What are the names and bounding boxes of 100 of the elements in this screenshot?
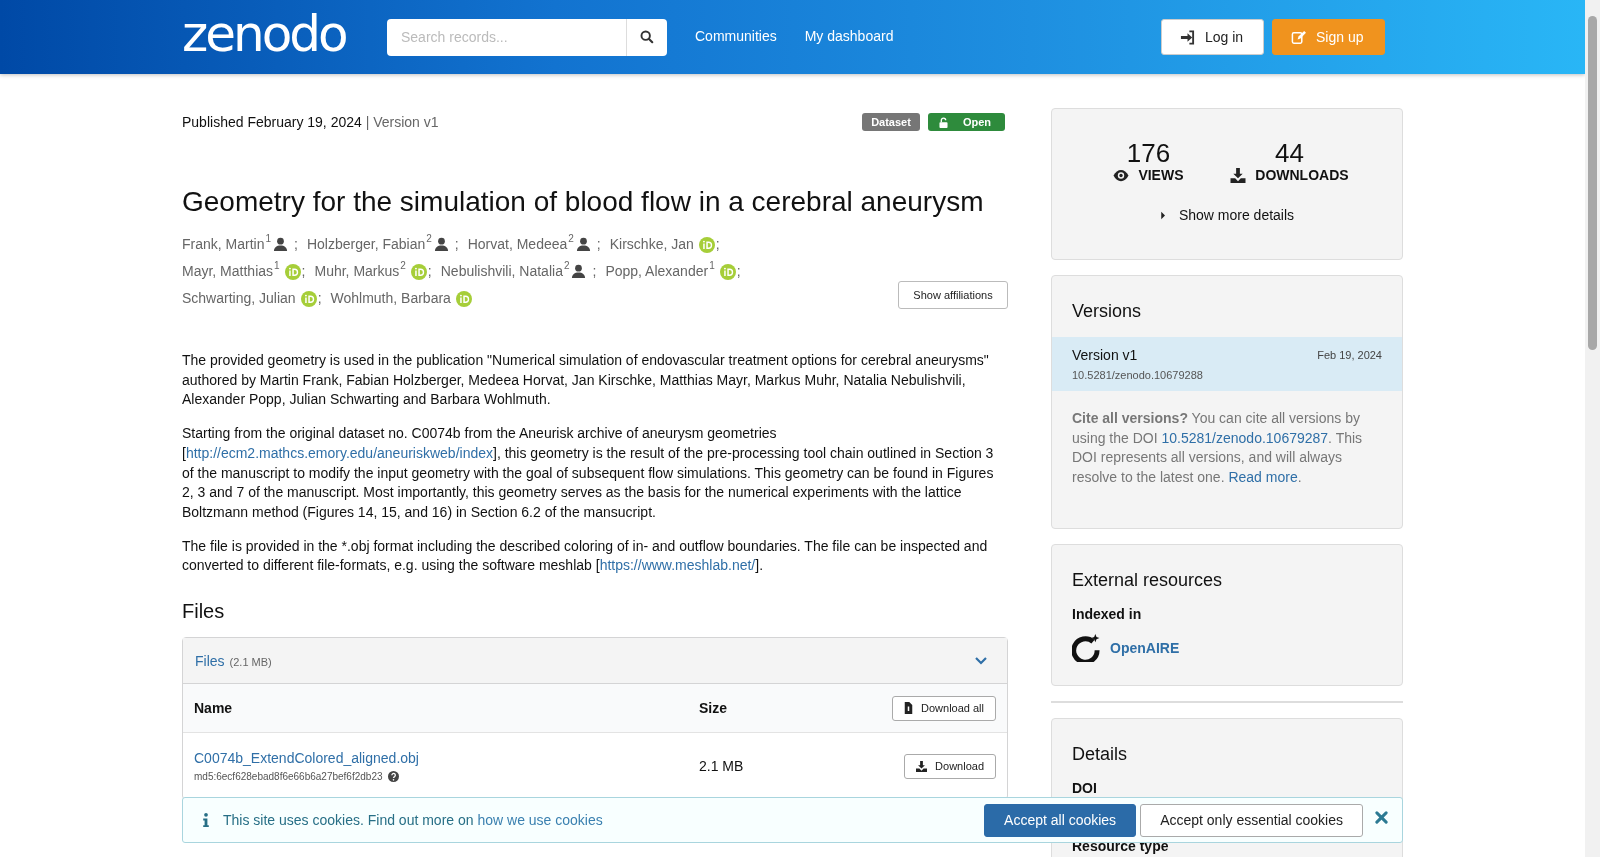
resource-type-badge: Dataset bbox=[862, 113, 920, 131]
link[interactable]: 10.5281/zenodo.10679287 bbox=[1161, 429, 1329, 446]
column-header: Size bbox=[699, 700, 728, 717]
separator: ; bbox=[294, 235, 298, 254]
stat-value: 176 bbox=[1125, 139, 1172, 167]
cookie-message: This site uses cookies. Find out more on how we use cookies bbox=[223, 812, 603, 828]
stat-label: VIEWS bbox=[1138, 167, 1184, 183]
author-name[interactable]: Mayr, Matthias bbox=[182, 258, 274, 285]
orcid-icon bbox=[455, 290, 472, 307]
download-all-button[interactable]: Download all bbox=[892, 695, 996, 721]
person-icon bbox=[575, 237, 591, 252]
person-icon bbox=[273, 237, 289, 252]
orcid-icon bbox=[410, 263, 427, 280]
author-name[interactable]: Horvat, Medeea bbox=[467, 231, 568, 258]
openaire-logo-icon bbox=[1072, 634, 1100, 662]
files-total-size: (2.1 MB) bbox=[229, 655, 272, 668]
file-size: 2.1 MB bbox=[699, 758, 745, 775]
show-affiliations-button[interactable]: Show affiliations bbox=[898, 281, 1008, 309]
help-icon bbox=[387, 771, 399, 783]
info-icon bbox=[203, 813, 209, 827]
affiliation-number: 1 bbox=[709, 259, 715, 273]
affiliation-number: 2 bbox=[426, 232, 432, 246]
author-name[interactable]: Schwarting, Julian bbox=[182, 285, 296, 312]
description-paragraph: Starting from the original dataset no. C0074b from the Aneurisk archive of aneurysm geometries [http://ecm2.mathcs.emory.edu/aneuriskweb/index], this geometry is the result of the pre-processing tool chain outlined in Section 3 of the manuscript to modify the input geometry with the goal of subsequent flow simulations. This geometry can be found in Figures 2, 3 and 7 of the manuscript. Most importantly, this geometry serves as the basis for the numerical experiments with the lattice Boltzmann method (Figures 14, 15, and 16) in Section 6.2 of the mansucript. bbox=[182, 424, 995, 522]
separator: ; bbox=[454, 235, 459, 254]
indexed-in-label: Indexed in bbox=[1071, 606, 1143, 622]
person-icon bbox=[433, 237, 449, 252]
orcid-icon bbox=[698, 236, 715, 253]
affiliation-number: 2 bbox=[400, 259, 406, 273]
separator: ; bbox=[317, 289, 322, 308]
download-icon bbox=[1230, 167, 1247, 183]
author-name[interactable]: Muhr, Markus bbox=[314, 258, 400, 285]
panel-title: External resources bbox=[1071, 569, 1224, 592]
eye-icon bbox=[1113, 167, 1130, 183]
search-field[interactable]: Search records... bbox=[387, 18, 626, 56]
link[interactable]: how we use cookies bbox=[477, 812, 603, 828]
author-name[interactable]: Popp, Alexander bbox=[605, 258, 709, 285]
author-name[interactable]: Frank, Martin bbox=[182, 231, 265, 258]
caret-icon bbox=[1159, 210, 1165, 220]
access-badge: Open bbox=[927, 113, 1005, 131]
log-in-button[interactable]: Log in bbox=[1161, 19, 1264, 55]
author-name[interactable]: Nebulishvili, Natalia bbox=[440, 258, 563, 285]
description-paragraph: The file is provided in the *.obj format including the described coloring of in- and outflow boundaries. The file can be inspected and converted to different file-formats, e.g. using the software meshlab [https://www.meshlab.net/]. bbox=[182, 536, 989, 576]
panel-title: Versions bbox=[1071, 300, 1143, 323]
scrollbar-thumb[interactable] bbox=[1588, 16, 1597, 350]
person-icon bbox=[571, 264, 587, 279]
author-name[interactable]: Kirschke, Jan bbox=[609, 231, 694, 258]
edit-icon bbox=[1291, 29, 1306, 45]
affiliation-number: 2 bbox=[568, 232, 574, 246]
file-icon bbox=[904, 702, 913, 715]
description-paragraph: The provided geometry is used in the publication "Numerical simulation of endovascular treatment options for cerebral aneurysms" authored by Martin Frank, Fabian Holzberger, Medeea Horvat, Jan Kirschke, Matthias Mayr, Markus Muhr, Natalia Nebulishvili, Alexander Popp, Julian Schwarting and Barbara Wohlmuth. bbox=[182, 351, 990, 410]
affiliation-number: 1 bbox=[265, 232, 272, 246]
version-label: Version v1 bbox=[1072, 347, 1138, 363]
separator: ; bbox=[736, 262, 741, 281]
column-header: Name bbox=[194, 700, 234, 717]
resource-link[interactable]: OpenAIRE bbox=[1110, 640, 1180, 656]
files-panel-title[interactable]: Files bbox=[195, 652, 225, 669]
author-name[interactable]: Wohlmuth, Barbara bbox=[330, 285, 451, 312]
close-button[interactable] bbox=[1375, 811, 1388, 824]
show-more-details-toggle[interactable]: Show more details bbox=[1052, 207, 1402, 223]
accept-essential-button[interactable]: Accept only essential cookies bbox=[1140, 803, 1363, 837]
separator: ; bbox=[592, 262, 597, 281]
version-label: | Version v1 bbox=[364, 114, 439, 130]
section-heading: Files bbox=[182, 599, 226, 624]
record-title: Geometry for the simulation of blood flow in a cerebral aneurysm bbox=[182, 185, 985, 219]
link[interactable]: https://www.meshlab.net/ bbox=[599, 557, 756, 574]
search-icon bbox=[640, 30, 654, 44]
version-date: Feb 19, 2024 bbox=[1317, 349, 1382, 361]
checksum: md5:6ecf628ebad8f6e66b6a27bef6f2db23 bbox=[194, 771, 383, 783]
version-item[interactable]: Version v1 Feb 19, 2024 10.5281/zenodo.10679288 bbox=[1052, 337, 1402, 391]
cite-note: Cite all versions? You can cite all versions by using the DOI 10.5281/zenodo.10679287. This DOI represents all versions, and will always resolve to the latest one. Read more. bbox=[1071, 409, 1364, 488]
author-name[interactable]: Holzberger, Fabian bbox=[306, 231, 426, 258]
panel-title: Details bbox=[1071, 743, 1129, 766]
nav-link[interactable]: Communities bbox=[695, 28, 777, 44]
orcid-icon bbox=[300, 290, 317, 307]
file-name-link[interactable]: C0074b_ExtendColored_aligned.obj bbox=[194, 750, 699, 767]
field-label: DOI bbox=[1071, 780, 1098, 796]
close-icon bbox=[1375, 811, 1388, 824]
separator: ; bbox=[715, 235, 720, 254]
orcid-icon bbox=[719, 263, 736, 280]
nav-link[interactable]: My dashboard bbox=[804, 28, 894, 44]
link[interactable]: Read more bbox=[1228, 469, 1298, 486]
orcid-icon bbox=[284, 263, 301, 280]
search-button[interactable] bbox=[626, 18, 667, 56]
scrollbar[interactable] bbox=[1585, 0, 1600, 857]
publication-date: Published February 19, 2024 bbox=[182, 114, 362, 130]
download-icon bbox=[916, 760, 928, 772]
separator: ; bbox=[596, 235, 601, 254]
files-panel-header[interactable]: Files (2.1 MB) bbox=[183, 638, 1007, 685]
accept-all-button[interactable]: Accept all cookies bbox=[984, 803, 1137, 837]
affiliation-number: 2 bbox=[563, 259, 570, 273]
affiliation-number: 1 bbox=[274, 259, 280, 273]
separator: ; bbox=[427, 262, 432, 281]
sign-in-icon bbox=[1180, 29, 1195, 45]
separator: ; bbox=[301, 262, 306, 281]
stat-label: DOWNLOADS bbox=[1255, 167, 1349, 183]
zenodo-logo[interactable]: zenodo bbox=[182, 7, 364, 61]
download-button[interactable]: Download bbox=[904, 753, 996, 779]
stat-value: 44 bbox=[1273, 139, 1305, 167]
link[interactable]: http://ecm2.mathcs.emory.edu/aneuriskweb/index bbox=[185, 444, 493, 461]
